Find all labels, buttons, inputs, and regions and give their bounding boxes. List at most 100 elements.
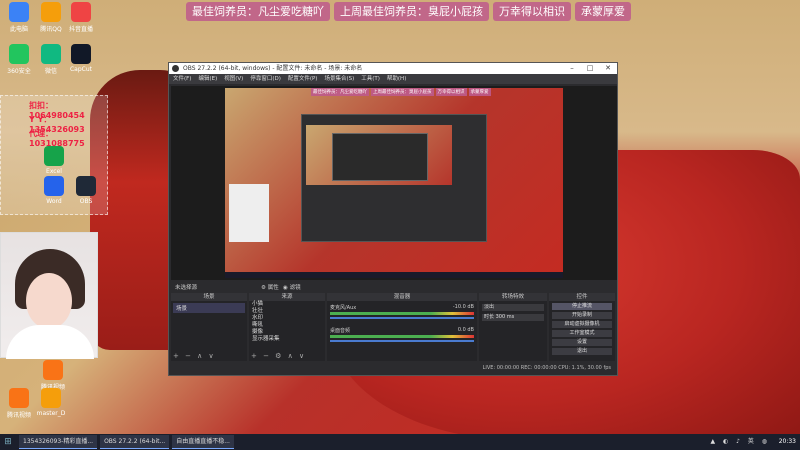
maximize-icon[interactable]: □	[581, 63, 599, 74]
transitions-title: 转场特效	[479, 293, 547, 301]
volume-slider[interactable]	[330, 340, 474, 342]
computer-icon	[9, 2, 29, 22]
source-tools[interactable]: + − ⚙ ∧ ∨	[251, 352, 306, 360]
controls-dock: 控件 停止推流 开始录制 启动虚拟摄像机 工作室模式 设置 退出	[549, 293, 615, 361]
minimize-icon[interactable]: –	[563, 63, 581, 74]
settings-button[interactable]: 设置	[552, 339, 612, 346]
source-item[interactable]: 嘶吼	[249, 322, 325, 329]
obs-source-toolbar: 未选择源 ⚙ 属性 ◉ 滤镜	[171, 282, 617, 292]
taskbar-item[interactable]: 1354326093-精彩直播...	[19, 435, 98, 449]
desktop-icon[interactable]: 360安全	[2, 44, 36, 75]
obs-icon	[76, 176, 96, 196]
obs-window[interactable]: OBS 27.2.2 (64-bit, windows) - 配置文件: 未命名…	[168, 62, 618, 376]
mixer-dock: 混音器 麦克风/Aux -10.0 dB 桌面音频 0.0 dB	[327, 293, 477, 361]
system-tray[interactable]: ▲ ◐ ♪ 英 ◍	[710, 434, 770, 450]
webcam-feed	[0, 232, 98, 359]
no-source-label: 未选择源	[175, 285, 198, 291]
mixer-title: 混音器	[327, 293, 477, 301]
source-item[interactable]: 小猫	[249, 301, 325, 308]
word-icon	[44, 176, 64, 196]
preview-nested-window	[301, 114, 487, 242]
stream-banner: 最佳饲养员：凡尘爱吃糖吖 上周最佳饲养员：臭屁小屁孩 万幸得以相识 承蒙厚爱	[186, 2, 631, 21]
taskbar-clock[interactable]: 20:33	[779, 434, 796, 450]
transition-select[interactable]: 淡出	[482, 304, 544, 311]
banner-tag: 上周最佳饲养员：臭屁小屁孩	[334, 2, 489, 21]
preview-banner: 最佳饲养员：凡尘爱吃糖吖 上周最佳饲养员：臭屁小屁孩 万幸得以相识 承蒙厚爱	[311, 88, 491, 96]
studio-mode-button[interactable]: 工作室模式	[552, 330, 612, 337]
close-icon[interactable]: ✕	[599, 63, 617, 74]
obs-docks: 场景 场景 + − ∧ ∨ 来源 小猫 壮壮 水印 嘶吼 摄像 显示器采集 + …	[171, 293, 617, 361]
obs-status-bar: LIVE: 00:00:00 REC: 00:00:00 CPU: 1.1%, …	[171, 363, 617, 373]
source-item[interactable]: 显示器采集	[249, 336, 325, 343]
source-item[interactable]: 壮壮	[249, 308, 325, 315]
desktop-icon[interactable]: 此电脑	[2, 2, 36, 33]
preview-banner-tag: 最佳饲养员：凡尘爱吃糖吖	[311, 88, 369, 96]
desktop-icon[interactable]: 微信	[34, 44, 68, 75]
source-item[interactable]: 摄像	[249, 329, 325, 336]
mixer-channel-name: 桌面音频	[330, 328, 351, 334]
source-item[interactable]: 水印	[249, 315, 325, 322]
menu-tools[interactable]: 工具(T)	[361, 74, 380, 84]
menu-file[interactable]: 文件(F)	[173, 74, 191, 84]
obs-logo-icon	[172, 65, 179, 72]
menu-docks[interactable]: 停靠窗口(D)	[250, 74, 281, 84]
obs-preview[interactable]: 最佳饲养员：凡尘爱吃糖吖 上周最佳饲养员：臭屁小屁孩 万幸得以相识 承蒙厚爱	[171, 86, 617, 280]
filters-button[interactable]: ◉ 滤镜	[283, 283, 301, 291]
desktop-icon[interactable]: 抖音直播	[64, 2, 98, 33]
preview-banner-tag: 承蒙厚爱	[468, 88, 491, 96]
live-app-icon	[71, 2, 91, 22]
scenes-dock: 场景 场景 + − ∧ ∨	[171, 293, 247, 361]
exit-button[interactable]: 退出	[552, 348, 612, 355]
webcam-face	[26, 273, 72, 329]
security-icon	[9, 44, 29, 64]
menu-help[interactable]: 帮助(H)	[387, 74, 406, 84]
desktop-icon-panel: 扣扣：1064980454 Y Y：1354326093 代理：10310887…	[0, 95, 108, 215]
banner-tag: 最佳饲养员：凡尘爱吃糖吖	[186, 2, 330, 21]
qq-contact-line: 代理：1031088775	[29, 129, 85, 148]
properties-button[interactable]: ⚙ 属性	[261, 283, 279, 291]
capcut-icon	[71, 44, 91, 64]
desktop-icon[interactable]: Excel	[37, 146, 71, 175]
menu-scene-collection[interactable]: 场景集合(S)	[324, 74, 354, 84]
scene-tools[interactable]: + − ∧ ∨	[173, 352, 216, 360]
desktop-icon[interactable]: master_D	[34, 388, 68, 417]
video-app-icon	[43, 360, 63, 380]
duration-field[interactable]: 时长 300 ms	[482, 314, 544, 321]
desktop-icon[interactable]: 腾讯视频	[36, 360, 70, 391]
banner-tag: 承蒙厚爱	[575, 2, 631, 21]
taskbar-item[interactable]: OBS 27.2.2 (64-bit...	[100, 435, 170, 449]
preview-banner-tag: 万幸得以相识	[435, 88, 467, 96]
desktop-icon[interactable]: OBS	[69, 176, 103, 205]
virtual-camera-button[interactable]: 启动虚拟摄像机	[552, 321, 612, 328]
controls-title: 控件	[549, 293, 615, 301]
desktop-icon[interactable]: 腾讯QQ	[34, 2, 68, 33]
preview-webcam	[229, 184, 269, 242]
mixer-channel-db: -10.0 dB	[452, 304, 474, 310]
video-app-icon	[9, 388, 29, 408]
sources-dock: 来源 小猫 壮壮 水印 嘶吼 摄像 显示器采集 + − ⚙ ∧ ∨	[249, 293, 325, 361]
windows-start-icon[interactable]: ⊞	[0, 434, 16, 450]
desktop-icon[interactable]: CapCut	[64, 44, 98, 73]
menu-view[interactable]: 视图(V)	[224, 74, 243, 84]
preview-banner-tag: 上周最佳饲养员：臭屁小屁孩	[371, 88, 434, 96]
obs-titlebar[interactable]: OBS 27.2.2 (64-bit, windows) - 配置文件: 未命名…	[169, 63, 617, 74]
mixer-row: 麦克风/Aux -10.0 dB	[330, 304, 474, 319]
banner-tag: 万幸得以相识	[493, 2, 571, 21]
volume-slider[interactable]	[330, 317, 474, 319]
menu-edit[interactable]: 编辑(E)	[198, 74, 217, 84]
taskbar-item[interactable]: 自由直播直播不稳...	[172, 435, 234, 449]
menu-profile[interactable]: 配置文件(P)	[288, 74, 318, 84]
wechat-icon	[41, 44, 61, 64]
desktop-icon[interactable]: 腾讯视频	[2, 388, 36, 419]
volume-meter	[330, 312, 474, 315]
start-recording-button[interactable]: 开始录制	[552, 312, 612, 319]
obs-menubar: 文件(F) 编辑(E) 视图(V) 停靠窗口(D) 配置文件(P) 场景集合(S…	[169, 74, 617, 84]
taskbar: ⊞ 1354326093-精彩直播... OBS 27.2.2 (64-bit.…	[0, 434, 800, 450]
qq-icon	[41, 2, 61, 22]
sources-title: 来源	[249, 293, 325, 301]
stop-streaming-button[interactable]: 停止推流	[552, 303, 612, 310]
desktop-icon[interactable]: Word	[37, 176, 71, 205]
mixer-channel-db: 0.0 dB	[457, 327, 474, 333]
mixer-row: 桌面音频 0.0 dB	[330, 327, 474, 342]
scene-item[interactable]: 场景	[173, 303, 245, 313]
